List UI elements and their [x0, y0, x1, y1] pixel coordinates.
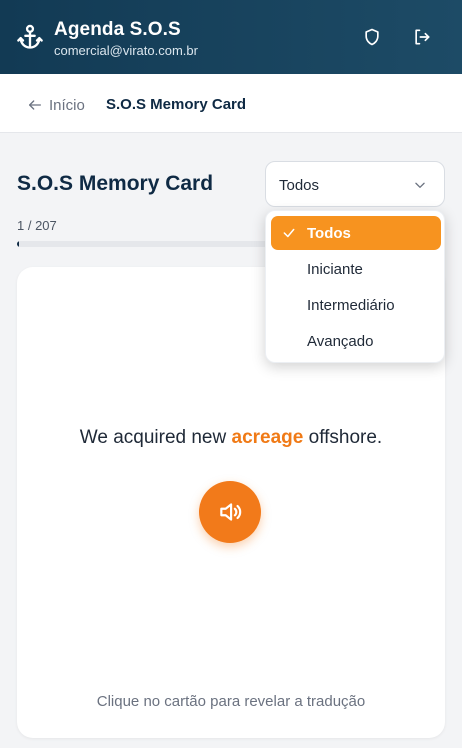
breadcrumb: Início S.O.S Memory Card — [0, 74, 462, 133]
card-sentence: We acquired new acreage offshore. — [17, 427, 445, 449]
sentence-after: offshore. — [303, 427, 383, 448]
card-counter: 1 / 207 — [17, 218, 57, 233]
option-label: Todos — [307, 225, 351, 242]
option-iniciante[interactable]: Iniciante — [271, 252, 441, 286]
option-label: Avançado — [307, 333, 374, 350]
level-filter-value: Todos — [279, 177, 320, 194]
back-link[interactable]: Início — [27, 95, 85, 115]
option-label: Intermediário — [307, 297, 395, 314]
play-audio-button[interactable] — [199, 481, 261, 543]
level-filter-dropdown: Todos Iniciante Intermediário Avançado — [265, 210, 445, 363]
breadcrumb-current: S.O.S Memory Card — [106, 96, 247, 113]
app-title: Agenda S.O.S — [54, 19, 181, 40]
chevron-down-icon — [415, 182, 425, 188]
arrow-left-icon — [29, 100, 41, 110]
progress-fill — [17, 241, 20, 247]
user-email: comercial@virato.com.br — [54, 43, 198, 58]
shield-icon[interactable] — [362, 27, 382, 47]
speaker-icon — [220, 503, 242, 521]
anchor-icon — [17, 24, 43, 49]
page-title: S.O.S Memory Card — [17, 172, 214, 195]
option-todos[interactable]: Todos — [271, 216, 441, 250]
option-label: Iniciante — [307, 261, 363, 278]
option-intermediario[interactable]: Intermediário — [271, 288, 441, 322]
level-filter-select[interactable]: Todos — [265, 161, 445, 207]
logout-icon[interactable] — [412, 27, 432, 47]
app-header: Agenda S.O.S comercial@virato.com.br — [0, 0, 462, 74]
check-icon — [283, 228, 295, 238]
reveal-hint: Clique no cartão para revelar a tradução — [96, 693, 366, 710]
sentence-before: We acquired new — [79, 427, 232, 448]
highlighted-word: acreage — [231, 427, 304, 448]
option-avancado[interactable]: Avançado — [271, 324, 441, 358]
back-link-label: Início — [49, 96, 85, 114]
